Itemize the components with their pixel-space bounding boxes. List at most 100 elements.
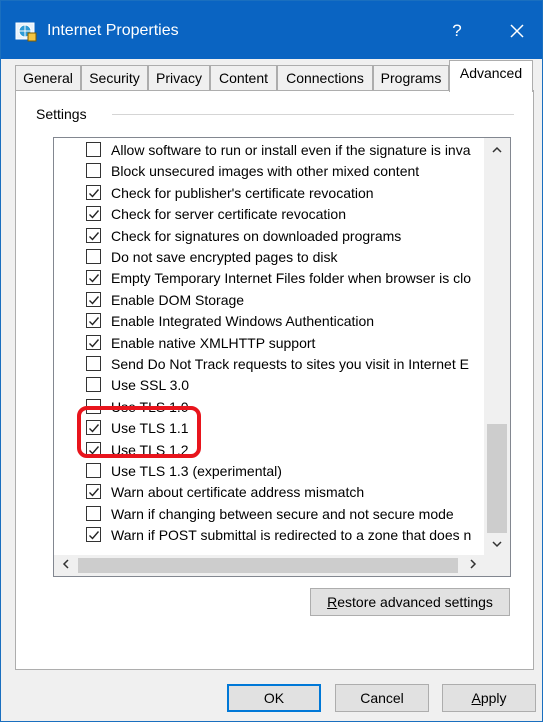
checkmark-icon <box>89 424 100 433</box>
setting-item[interactable]: Block unsecured images with other mixed … <box>86 161 476 182</box>
checkmark-icon <box>89 274 100 283</box>
setting-item[interactable]: Check for server certificate revocation <box>86 204 476 225</box>
checkmark-icon <box>89 210 100 219</box>
checkbox-unchecked[interactable] <box>86 377 101 393</box>
checkbox-checked[interactable] <box>86 291 101 307</box>
settings-group-divider <box>112 114 514 115</box>
checkbox-unchecked[interactable] <box>86 163 101 179</box>
apply-button[interactable]: Apply <box>442 684 536 712</box>
checkmark-icon <box>89 445 100 455</box>
restore-advanced-settings-button[interactable]: Restore advanced settings <box>310 588 510 616</box>
internet-properties-dialog: Internet Properties ? General Security P… <box>0 0 543 722</box>
scroll-right-icon[interactable] <box>462 555 484 576</box>
checkbox-checked[interactable] <box>86 527 101 543</box>
checkbox-checked[interactable] <box>86 206 101 222</box>
setting-item-label: Use TLS 1.3 (experimental) <box>111 463 282 479</box>
setting-item[interactable]: Use TLS 1.2 <box>86 440 476 461</box>
setting-item-label: Enable native XMLHTTP support <box>111 334 316 351</box>
help-button[interactable]: ? <box>439 17 475 45</box>
setting-item[interactable]: Use TLS 1.3 (experimental) <box>86 461 476 482</box>
setting-item-label: Warn about certificate address mismatch <box>111 484 365 501</box>
tab-programs[interactable]: Programs <box>373 65 449 91</box>
internet-options-icon <box>15 20 37 42</box>
checkbox-checked[interactable] <box>86 313 101 329</box>
tab-privacy[interactable]: Privacy <box>148 65 210 91</box>
setting-item[interactable]: Use TLS 1.1 <box>86 418 476 439</box>
setting-item-label: Check for publisher's certificate revoca… <box>111 184 374 201</box>
cancel-button[interactable]: Cancel <box>335 684 429 712</box>
checkbox-unchecked[interactable] <box>86 356 101 371</box>
tab-strip: General Security Privacy Content Connect… <box>15 60 535 92</box>
title-bar[interactable]: Internet Properties ? <box>1 1 542 59</box>
checkbox-checked[interactable] <box>86 484 101 500</box>
setting-item-label: Block unsecured images with other mixed … <box>111 163 420 180</box>
setting-item-label: Use SSL 3.0 <box>111 377 190 394</box>
checkmark-icon <box>89 488 100 497</box>
horizontal-scroll-thumb[interactable] <box>78 558 458 573</box>
setting-item-label: Use TLS 1.0 <box>111 398 189 415</box>
setting-item[interactable]: Allow software to run or install even if… <box>86 140 476 161</box>
setting-item-label: Use TLS 1.2 <box>111 441 189 458</box>
scroll-down-icon[interactable] <box>484 533 510 555</box>
checkbox-checked[interactable] <box>86 184 101 200</box>
tab-advanced[interactable]: Advanced <box>449 60 533 92</box>
checkbox-checked[interactable] <box>86 441 101 457</box>
setting-item[interactable]: Warn if POST submittal is redirected to … <box>86 525 476 546</box>
setting-item-label: Check for server certificate revocation <box>111 206 346 223</box>
checkbox-unchecked[interactable] <box>86 249 101 264</box>
window-title: Internet Properties <box>47 22 179 39</box>
checkbox-checked[interactable] <box>86 270 101 286</box>
settings-group-label: Settings <box>36 105 93 123</box>
checkmark-icon <box>89 188 100 198</box>
setting-item-label: Enable Integrated Windows Authentication <box>111 313 375 330</box>
tab-security[interactable]: Security <box>81 65 148 91</box>
setting-item[interactable]: Empty Temporary Internet Files folder wh… <box>86 268 476 289</box>
ok-button[interactable]: OK <box>227 684 321 712</box>
checkbox-unchecked[interactable] <box>86 398 101 414</box>
setting-item[interactable]: Use SSL 3.0 <box>86 375 476 396</box>
checkbox-checked[interactable] <box>86 420 101 436</box>
setting-item-label: Do not save encrypted pages to disk <box>111 249 338 265</box>
setting-item-label: Warn if changing between secure and not … <box>111 505 454 522</box>
setting-item[interactable]: Warn about certificate address mismatch <box>86 482 476 503</box>
setting-item[interactable]: Enable DOM Storage <box>86 290 476 311</box>
setting-item-label: Send Do Not Track requests to sites you … <box>111 356 469 372</box>
close-icon <box>510 24 524 38</box>
checkmark-icon <box>89 231 100 241</box>
tab-content[interactable]: Content <box>210 65 277 91</box>
advanced-tab-panel: Settings Allow software to run or instal… <box>15 90 534 670</box>
setting-item-label: Use TLS 1.1 <box>111 420 189 437</box>
setting-item[interactable]: Check for publisher's certificate revoca… <box>86 183 476 204</box>
horizontal-scrollbar[interactable] <box>54 555 484 576</box>
checkmark-icon <box>89 531 100 540</box>
checkbox-unchecked[interactable] <box>86 463 101 478</box>
setting-item[interactable]: Check for signatures on downloaded progr… <box>86 226 476 247</box>
setting-item-label: Warn if POST submittal is redirected to … <box>111 527 472 544</box>
setting-item[interactable]: Enable Integrated Windows Authentication <box>86 311 476 332</box>
setting-item[interactable]: Warn if changing between secure and not … <box>86 504 476 525</box>
setting-item[interactable]: Enable native XMLHTTP support <box>86 333 476 354</box>
tab-connections[interactable]: Connections <box>277 65 373 91</box>
setting-item-label: Empty Temporary Internet Files folder wh… <box>111 270 471 287</box>
scrollbar-corner <box>484 555 510 576</box>
checkmark-icon <box>89 338 100 348</box>
close-button[interactable] <box>497 15 537 47</box>
setting-item-label: Enable DOM Storage <box>111 291 245 308</box>
tab-general[interactable]: General <box>15 65 81 91</box>
checkbox-unchecked[interactable] <box>86 142 101 157</box>
checkbox-unchecked[interactable] <box>86 505 101 521</box>
settings-tree-list[interactable]: Allow software to run or install even if… <box>53 137 511 577</box>
vertical-scroll-thumb[interactable] <box>487 424 507 533</box>
scroll-left-icon[interactable] <box>54 555 76 576</box>
checkmark-icon <box>89 317 100 326</box>
checkbox-checked[interactable] <box>86 227 101 243</box>
setting-item[interactable]: Use TLS 1.0 <box>86 397 476 418</box>
setting-item[interactable]: Do not save encrypted pages to disk <box>86 247 476 268</box>
setting-item-label: Allow software to run or install even if… <box>111 142 471 158</box>
vertical-scrollbar[interactable] <box>484 138 510 555</box>
scroll-up-icon[interactable] <box>484 138 510 160</box>
setting-item-label: Check for signatures on downloaded progr… <box>111 227 402 244</box>
checkbox-checked[interactable] <box>86 334 101 350</box>
setting-item[interactable]: Send Do Not Track requests to sites you … <box>86 354 476 375</box>
checkmark-icon <box>89 295 100 305</box>
